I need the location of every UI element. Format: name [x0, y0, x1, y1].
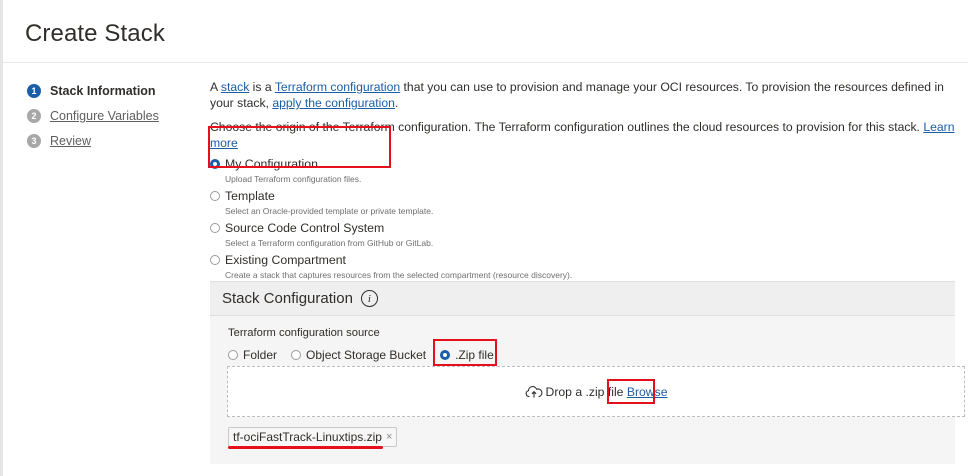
intro-text-part: A: [210, 80, 221, 94]
radio-unselected[interactable]: [210, 223, 220, 233]
step-number: 2: [27, 109, 41, 123]
radio-selected[interactable]: [440, 350, 451, 360]
option-description: Create a stack that captures resources f…: [225, 270, 573, 280]
source-option-object-storage[interactable]: Object Storage Bucket: [291, 348, 426, 362]
radio-unselected[interactable]: [291, 350, 302, 360]
browse-link[interactable]: Browse: [627, 385, 668, 399]
origin-option-my-configuration[interactable]: My Configuration Upload Terraform config…: [210, 157, 960, 185]
uploaded-file-chip: tf-ociFastTrack-Linuxtips.zip ×: [228, 427, 398, 447]
option-label: Folder: [243, 348, 278, 362]
option-title: Source Code Control System: [225, 221, 385, 235]
step-label[interactable]: Review: [50, 134, 91, 148]
wizard-steps: 1 Stack Information 2 Configure Variable…: [27, 80, 159, 155]
step-configure-variables[interactable]: 2 Configure Variables: [27, 105, 159, 127]
cloud-upload-icon: [525, 385, 543, 398]
radio-unselected[interactable]: [210, 255, 220, 265]
origin-option-template[interactable]: Template Select an Oracle-provided templ…: [210, 189, 960, 217]
step-number: 3: [27, 134, 41, 148]
option-description: Upload Terraform configuration files.: [225, 174, 362, 184]
terraform-configuration-link[interactable]: Terraform configuration: [275, 80, 400, 94]
remove-file-icon[interactable]: ×: [386, 431, 392, 443]
origin-text: Choose the origin of the Terraform confi…: [210, 119, 960, 151]
radio-unselected[interactable]: [210, 191, 220, 201]
config-source-label: Terraform configuration source: [228, 327, 380, 339]
option-description: Select an Oracle-provided template or pr…: [225, 206, 434, 216]
info-icon[interactable]: i: [360, 290, 378, 307]
step-review[interactable]: 3 Review: [27, 130, 159, 152]
option-label: Object Storage Bucket: [306, 348, 427, 362]
radio-unselected[interactable]: [228, 350, 238, 360]
step-label: Stack Information: [50, 84, 156, 98]
intro-text-part: is a: [249, 80, 275, 94]
source-option-folder[interactable]: Folder: [228, 348, 277, 362]
option-label: .Zip file: [455, 348, 494, 362]
drop-text: Drop a .zip file: [545, 384, 624, 399]
stack-information-form: A stack is a Terraform configuration tha…: [210, 79, 960, 285]
option-title: My Configuration: [225, 157, 318, 171]
radio-selected[interactable]: [210, 159, 220, 169]
intro-text: A stack is a Terraform configuration tha…: [210, 79, 960, 111]
file-drop-zone[interactable]: Drop a .zip file Browse: [227, 366, 965, 417]
step-stack-information[interactable]: 1 Stack Information: [27, 80, 159, 102]
config-source-options: Folder Object Storage Bucket .Zip file: [228, 348, 508, 362]
panel-title: Stack Configuration: [222, 290, 353, 307]
origin-text-part: Choose the origin of the Terraform confi…: [210, 120, 924, 134]
window-edge: [0, 0, 3, 476]
option-title: Existing Compartment: [225, 253, 346, 267]
step-label[interactable]: Configure Variables: [50, 109, 159, 123]
divider: [0, 62, 968, 63]
file-name: tf-ociFastTrack-Linuxtips.zip: [233, 430, 382, 444]
source-option-zip-file[interactable]: .Zip file: [440, 348, 494, 362]
origin-option-existing-compartment[interactable]: Existing Compartment Create a stack that…: [210, 253, 960, 281]
intro-text-part: .: [394, 96, 399, 110]
panel-header: Stack Configuration i: [210, 281, 955, 316]
step-number: 1: [27, 84, 41, 98]
stack-link[interactable]: stack: [221, 80, 249, 94]
stack-configuration-panel: Stack Configuration i Terraform configur…: [210, 281, 965, 464]
apply-configuration-link[interactable]: apply the configuration: [272, 96, 395, 110]
page-title: Create Stack: [25, 20, 165, 47]
origin-option-source-code-control[interactable]: Source Code Control System Select a Terr…: [210, 221, 960, 249]
highlight-file-underline: [228, 446, 383, 449]
option-title: Template: [225, 189, 275, 203]
option-description: Select a Terraform configuration from Gi…: [225, 238, 434, 248]
